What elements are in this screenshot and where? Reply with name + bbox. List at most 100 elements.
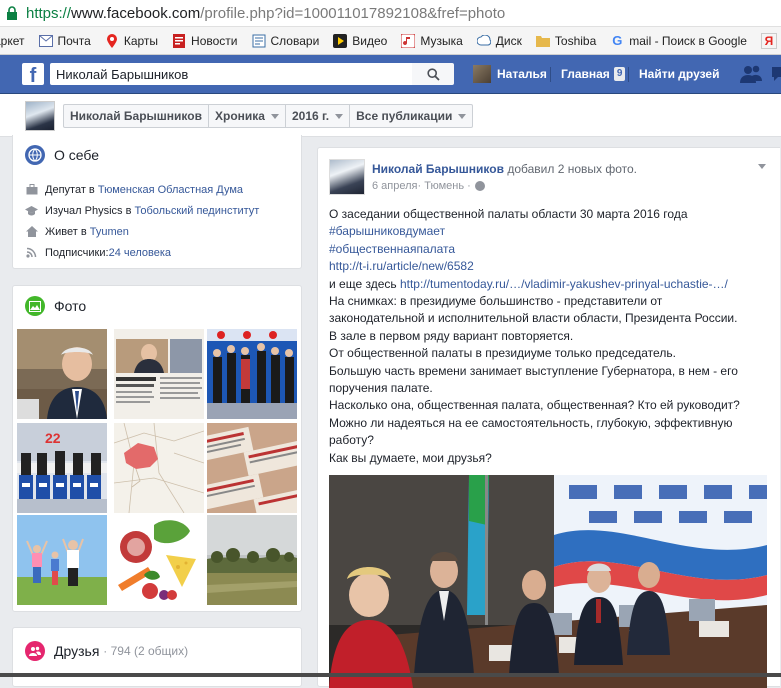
bookmark-google-search[interactable]: Gmail - Поиск в Google [610,33,747,48]
article-link[interactable]: http://tumentoday.ru/…/vladimir-yakushev… [400,277,728,291]
profile-thumbnail[interactable] [25,101,55,131]
bookmark-mail[interactable]: Почта [38,33,91,48]
post-action: добавил 2 новых фото. [504,162,637,176]
briefcase-icon [25,183,38,196]
timeline-section-dropdown[interactable]: Хроника [208,105,285,127]
photos-title: Фото [54,298,87,314]
school-link[interactable]: Тобольский пединститут [135,205,260,217]
photos-card: Фото 22 [12,285,302,612]
chevron-down-icon [458,113,467,119]
friend-requests-icon[interactable] [740,65,762,83]
folder-icon [535,34,550,48]
photos-title-row[interactable]: Фото [25,296,86,316]
photo-thumbnail[interactable] [114,515,204,605]
messages-icon[interactable] [772,65,781,83]
search-input[interactable] [50,63,412,85]
post-photo[interactable] [329,475,767,688]
section-label: Хроника [215,109,265,123]
profile-name: Николай Барышников [70,109,202,123]
post-author-link[interactable]: Николай Барышников [372,162,504,176]
url-scheme: https:// [26,4,72,22]
bookmark-news[interactable]: Новости [172,33,238,48]
post-header: Николай Барышников добавил 2 новых фото. [372,162,637,176]
home-count-badge: 9 [613,67,626,81]
svg-text:22: 22 [45,430,61,446]
photo-thumbnail[interactable] [207,423,297,513]
friends-icon [25,641,45,661]
window-bottom-edge [0,673,781,677]
photo-thumbnail[interactable] [207,515,297,605]
bookmark-disk[interactable]: Диск [476,34,522,48]
hashtag-link[interactable]: #барышниковдумает [329,224,445,238]
photo-thumbnail[interactable] [17,329,107,419]
photo-thumbnail[interactable] [17,515,107,605]
employer-link[interactable]: Тюменская Областная Дума [98,184,243,196]
post-options-chevron-icon[interactable] [758,164,766,169]
music-icon [401,33,416,48]
bookmark-toshiba[interactable]: Toshiba [535,33,597,48]
post-location: · Тюмень · [417,180,471,192]
globe-icon [474,181,485,191]
photo-icon [25,296,45,316]
bookmark-label: Новости [191,33,238,48]
find-friends-link[interactable]: Найти друзей [639,67,719,81]
year-label: 2016 г. [291,109,330,123]
hashtag-link[interactable]: #общественнаяпалата [329,242,455,256]
photo-thumbnail[interactable] [114,329,204,419]
bookmark-dictionaries[interactable]: Словари [252,34,319,48]
friends-count: · 794 (2 общих) [103,644,189,658]
post-line: В зале в первом ряду вариант повторяется… [329,328,574,343]
home-link[interactable]: Главная 9 [561,67,626,81]
graduation-cap-icon [25,204,38,217]
article-link[interactable]: http://t-i.ru/article/new/6582 [329,259,474,273]
filter-dropdown[interactable]: Все публикации [349,105,472,127]
about-title: О себе [54,147,100,163]
bookmark-label: Toshiba [554,33,597,48]
map-pin-icon [105,33,119,48]
city-link[interactable]: Tyumen [90,226,129,238]
disk-icon [476,34,491,48]
year-dropdown[interactable]: 2016 г. [284,105,349,127]
friends-card: Друзья · 794 (2 общих) [12,627,302,687]
post-line: работу? [329,433,374,448]
post-date[interactable]: 6 апреля [372,180,418,192]
post-line: На снимках: в президиуме большинство - п… [329,294,663,309]
bookmark-label: Почта [57,33,91,48]
bookmark-label: аркет [0,33,25,48]
dictionary-icon [252,34,266,48]
browser-address-bar[interactable]: https://www.facebook.com/profile.php?id=… [0,0,781,27]
bookmark-video[interactable]: Видео [333,33,387,48]
rss-icon [25,246,38,259]
photo-thumbnail[interactable] [114,423,204,513]
followers-link[interactable]: 24 человека [109,247,171,259]
video-icon [333,33,348,48]
friends-title-row[interactable]: Друзья · 794 (2 общих) [25,641,188,661]
post-card: Николай Барышников добавил 2 новых фото.… [317,147,780,688]
post-line: законодательной и исполнительной власти … [329,311,738,326]
yandex-icon: Я [760,32,777,49]
bookmark-maps[interactable]: Карты [105,33,158,48]
post-author-avatar[interactable] [329,159,365,195]
photo-thumbnail[interactable]: 22 [17,423,107,513]
search-button[interactable] [412,63,454,85]
photo-thumbnail[interactable] [207,329,297,419]
bookmark-label: Музыка [420,33,463,48]
friends-title: Друзья [54,643,100,659]
chevron-down-icon [270,113,279,119]
profile-link[interactable]: Наталья [473,65,547,83]
timeline-nav-bar: Николай Барышников Хроника 2016 г. Все п… [0,94,781,137]
bookmark-market[interactable]: аркет [0,34,25,48]
bookmarks-bar: аркет Почта Карты Новости Словари Видео … [0,27,781,55]
home-icon [25,225,38,238]
about-title-row[interactable]: О себе [25,145,99,165]
post-text: О заседании общественной палаты области … [329,206,769,467]
profile-name-button[interactable]: Николай Барышников [64,105,208,127]
bookmark-yandex[interactable]: Я [760,32,781,49]
about-item-prefix: Подписчики: [45,246,109,259]
post-more-prefix: и еще здесь [329,276,400,291]
facebook-logo-icon[interactable]: f [22,63,44,85]
url-text: https://www.facebook.com/profile.php?id=… [26,5,505,22]
about-item-prefix: Депутат в [45,183,95,196]
bookmark-music[interactable]: Музыка [401,33,463,48]
avatar [473,65,491,83]
